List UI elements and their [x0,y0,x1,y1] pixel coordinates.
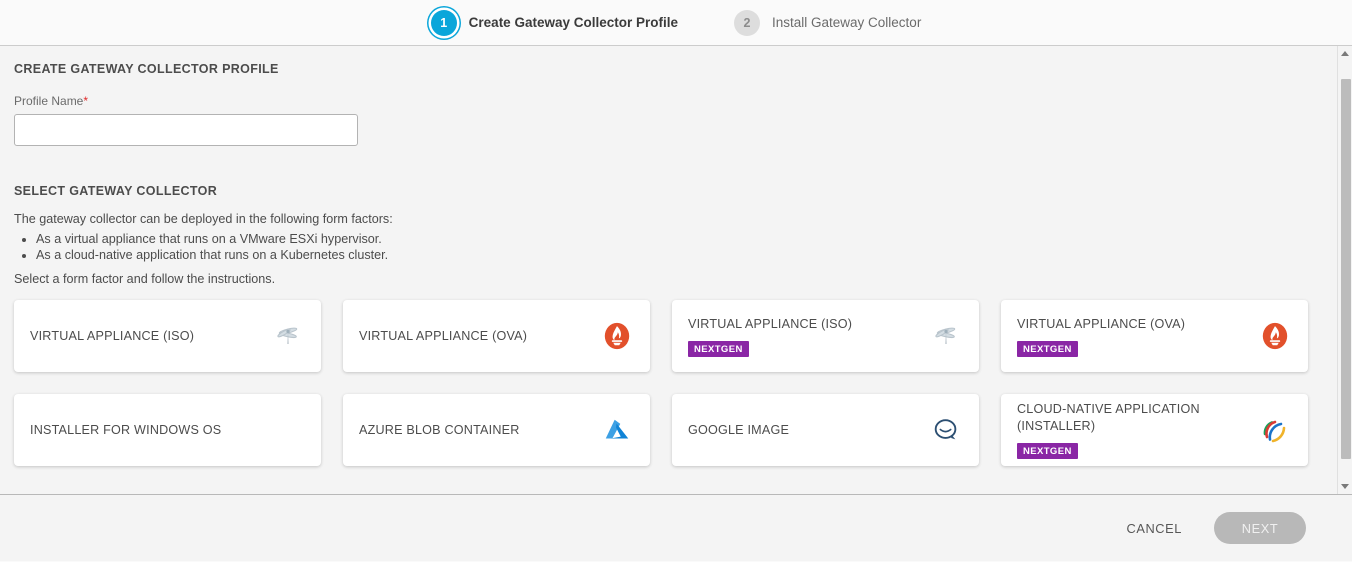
scroll-up-button[interactable] [1338,46,1352,61]
card-text: VIRTUAL APPLIANCE (OVA) [359,328,527,345]
collector-instruction-text: Select a form factor and follow the inst… [14,272,276,286]
card-title: CLOUD-NATIVE APPLICATION (INSTALLER) [1017,402,1200,433]
card-text: VIRTUAL APPLIANCE (ISO) [30,328,194,345]
chevron-up-icon [1341,51,1349,56]
nextgen-badge: NEXTGEN [1017,443,1078,459]
profile-name-input[interactable] [14,114,358,146]
card-cloud-native-application-installer[interactable]: CLOUD-NATIVE APPLICATION (INSTALLER) NEX… [1001,394,1308,466]
wizard-step-1[interactable]: 1 Create Gateway Collector Profile [430,9,678,36]
wizard-content: CREATE GATEWAY COLLECTOR PROFILE Profile… [0,46,1352,494]
cancel-button[interactable]: CANCEL [1116,513,1192,544]
card-title: AZURE BLOB CONTAINER [359,422,520,437]
step-1-label: Create Gateway Collector Profile [468,15,678,30]
step-2-label: Install Gateway Collector [772,15,922,30]
card-title: GOOGLE IMAGE [688,422,790,437]
card-virtual-appliance-ova-nextgen[interactable]: VIRTUAL APPLIANCE (OVA) NEXTGEN [1001,300,1308,372]
card-text: CLOUD-NATIVE APPLICATION (INSTALLER) NEX… [1017,401,1237,459]
card-virtual-appliance-ova[interactable]: VIRTUAL APPLIANCE (OVA) [343,300,650,372]
step-2-bubble: 2 [734,9,760,36]
card-text: VIRTUAL APPLIANCE (OVA) NEXTGEN [1017,316,1237,357]
vertical-scrollbar[interactable] [1337,46,1352,494]
content-scroll-area: CREATE GATEWAY COLLECTOR PROFILE Profile… [0,46,1352,494]
card-virtual-appliance-iso[interactable]: VIRTUAL APPLIANCE (ISO) [14,300,321,372]
card-installer-windows-os[interactable]: INSTALLER FOR WINDOWS OS [14,394,321,466]
scrollbar-thumb[interactable] [1341,79,1351,459]
select-collector-heading: SELECT GATEWAY COLLECTOR [14,184,218,198]
rainbow-arc-icon [1258,413,1292,447]
card-text: INSTALLER FOR WINDOWS OS [30,422,221,439]
create-profile-heading: CREATE GATEWAY COLLECTOR PROFILE [14,62,279,76]
collector-intro-text: The gateway collector can be deployed in… [14,212,393,226]
card-virtual-appliance-iso-nextgen[interactable]: VIRTUAL APPLIANCE (ISO) NEXTGEN [672,300,979,372]
dragonfly-icon [271,319,305,353]
card-text: GOOGLE IMAGE [688,422,789,439]
card-google-image[interactable]: GOOGLE IMAGE [672,394,979,466]
card-title: INSTALLER FOR WINDOWS OS [30,422,222,437]
card-text: AZURE BLOB CONTAINER [359,422,520,439]
card-title: VIRTUAL APPLIANCE (OVA) [1017,316,1186,331]
card-title: VIRTUAL APPLIANCE (ISO) [688,316,853,331]
card-text: VIRTUAL APPLIANCE (ISO) NEXTGEN [688,316,908,357]
form-factor-list: As a virtual appliance that runs on a VM… [14,232,1322,262]
scroll-down-button[interactable] [1338,479,1352,494]
azure-icon [600,413,634,447]
nextgen-badge: NEXTGEN [1017,340,1078,357]
no-icon [271,413,305,447]
next-button[interactable]: NEXT [1214,512,1306,544]
wizard-stepper: 1 Create Gateway Collector Profile 2 Ins… [0,0,1352,46]
nextgen-badge: NEXTGEN [688,340,749,357]
chevron-down-icon [1341,484,1349,489]
card-azure-blob-container[interactable]: AZURE BLOB CONTAINER [343,394,650,466]
card-title: VIRTUAL APPLIANCE (OVA) [359,328,528,343]
profile-name-label-text: Profile Name [14,94,84,108]
scrollbar-track[interactable] [1339,61,1352,479]
step-1-bubble: 1 [430,9,457,36]
wizard-footer: CANCEL NEXT [0,494,1352,561]
speech-bubble-icon [929,413,963,447]
profile-name-label: Profile Name* [14,94,1322,108]
required-asterisk: * [83,94,89,108]
wizard-step-2[interactable]: 2 Install Gateway Collector [734,9,922,36]
dragonfly-icon [929,319,963,353]
form-factor-card-grid: VIRTUAL APPLIANCE (ISO) VIRTUAL APPLIANC… [14,300,1322,466]
list-item: As a cloud-native application that runs … [36,248,1322,262]
card-title: VIRTUAL APPLIANCE (ISO) [30,328,195,343]
photon-flame-icon [600,319,634,353]
photon-flame-icon [1258,319,1292,353]
list-item: As a virtual appliance that runs on a VM… [36,232,1322,246]
